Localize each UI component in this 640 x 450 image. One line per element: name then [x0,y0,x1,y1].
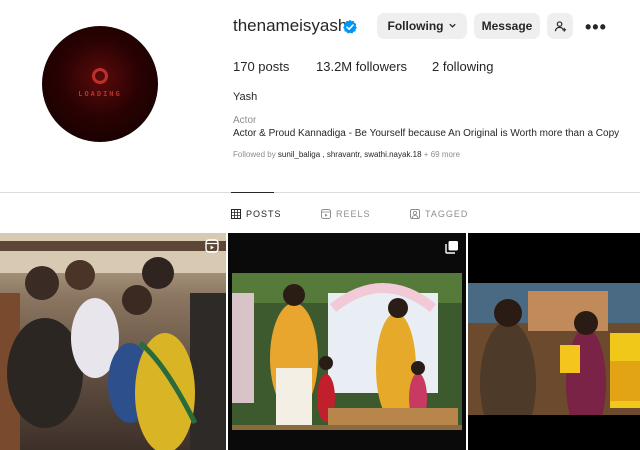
profile-avatar[interactable]: LOADING [42,26,158,142]
loading-ring-icon [92,68,108,84]
followed-by-prefix: Followed by [233,150,276,159]
verified-badge-icon [343,19,357,34]
following-button-label: Following [387,19,444,33]
followers-count[interactable]: 13.2M followers [316,59,407,74]
reels-icon [321,209,331,219]
active-tab-indicator [231,192,274,193]
followed-by-names: sunil_baliga , shravantr, swathi.nayak.1… [277,150,422,159]
tab-reels[interactable]: REELS [321,209,371,219]
family-ceremony-image [228,233,466,430]
tab-reels-label: REELS [336,209,371,219]
message-button[interactable]: Message [474,13,540,39]
message-button-label: Message [481,19,533,33]
tab-tagged[interactable]: TAGGED [410,209,468,219]
chevron-down-icon [448,21,457,32]
profile-username: thenameisyash [233,16,348,35]
tab-posts-label: POSTS [246,209,282,219]
tab-tagged-label: TAGGED [425,209,469,219]
multiple-images-icon [445,241,458,254]
post-thumbnail[interactable] [228,233,466,450]
profile-bio: Actor & Proud Kannadiga - Be Yourself be… [233,128,620,139]
post-thumbnail[interactable] [0,233,226,450]
following-button[interactable]: Following [377,13,467,39]
advertisement-image [468,233,640,450]
tagged-icon [410,209,420,219]
tabs-divider [0,192,640,193]
suggested-users-button[interactable] [547,13,573,39]
family-photo-image [0,233,226,450]
grid-icon [231,209,241,219]
more-options-icon[interactable]: ••• [585,17,607,38]
posts-count: 170 posts [233,59,290,74]
tab-posts[interactable]: POSTS [231,209,282,219]
avatar-text: LOADING [78,90,122,98]
profile-category: Actor [233,115,257,126]
profile-full-name: Yash [233,91,258,103]
reel-icon [205,239,219,253]
followed-by[interactable]: Followed by sunil_baliga , shravantr, sw… [233,150,460,159]
add-user-icon [554,20,566,32]
following-count[interactable]: 2 following [432,59,493,74]
followed-by-more: + 69 more [423,150,461,159]
post-thumbnail[interactable] [468,233,640,450]
